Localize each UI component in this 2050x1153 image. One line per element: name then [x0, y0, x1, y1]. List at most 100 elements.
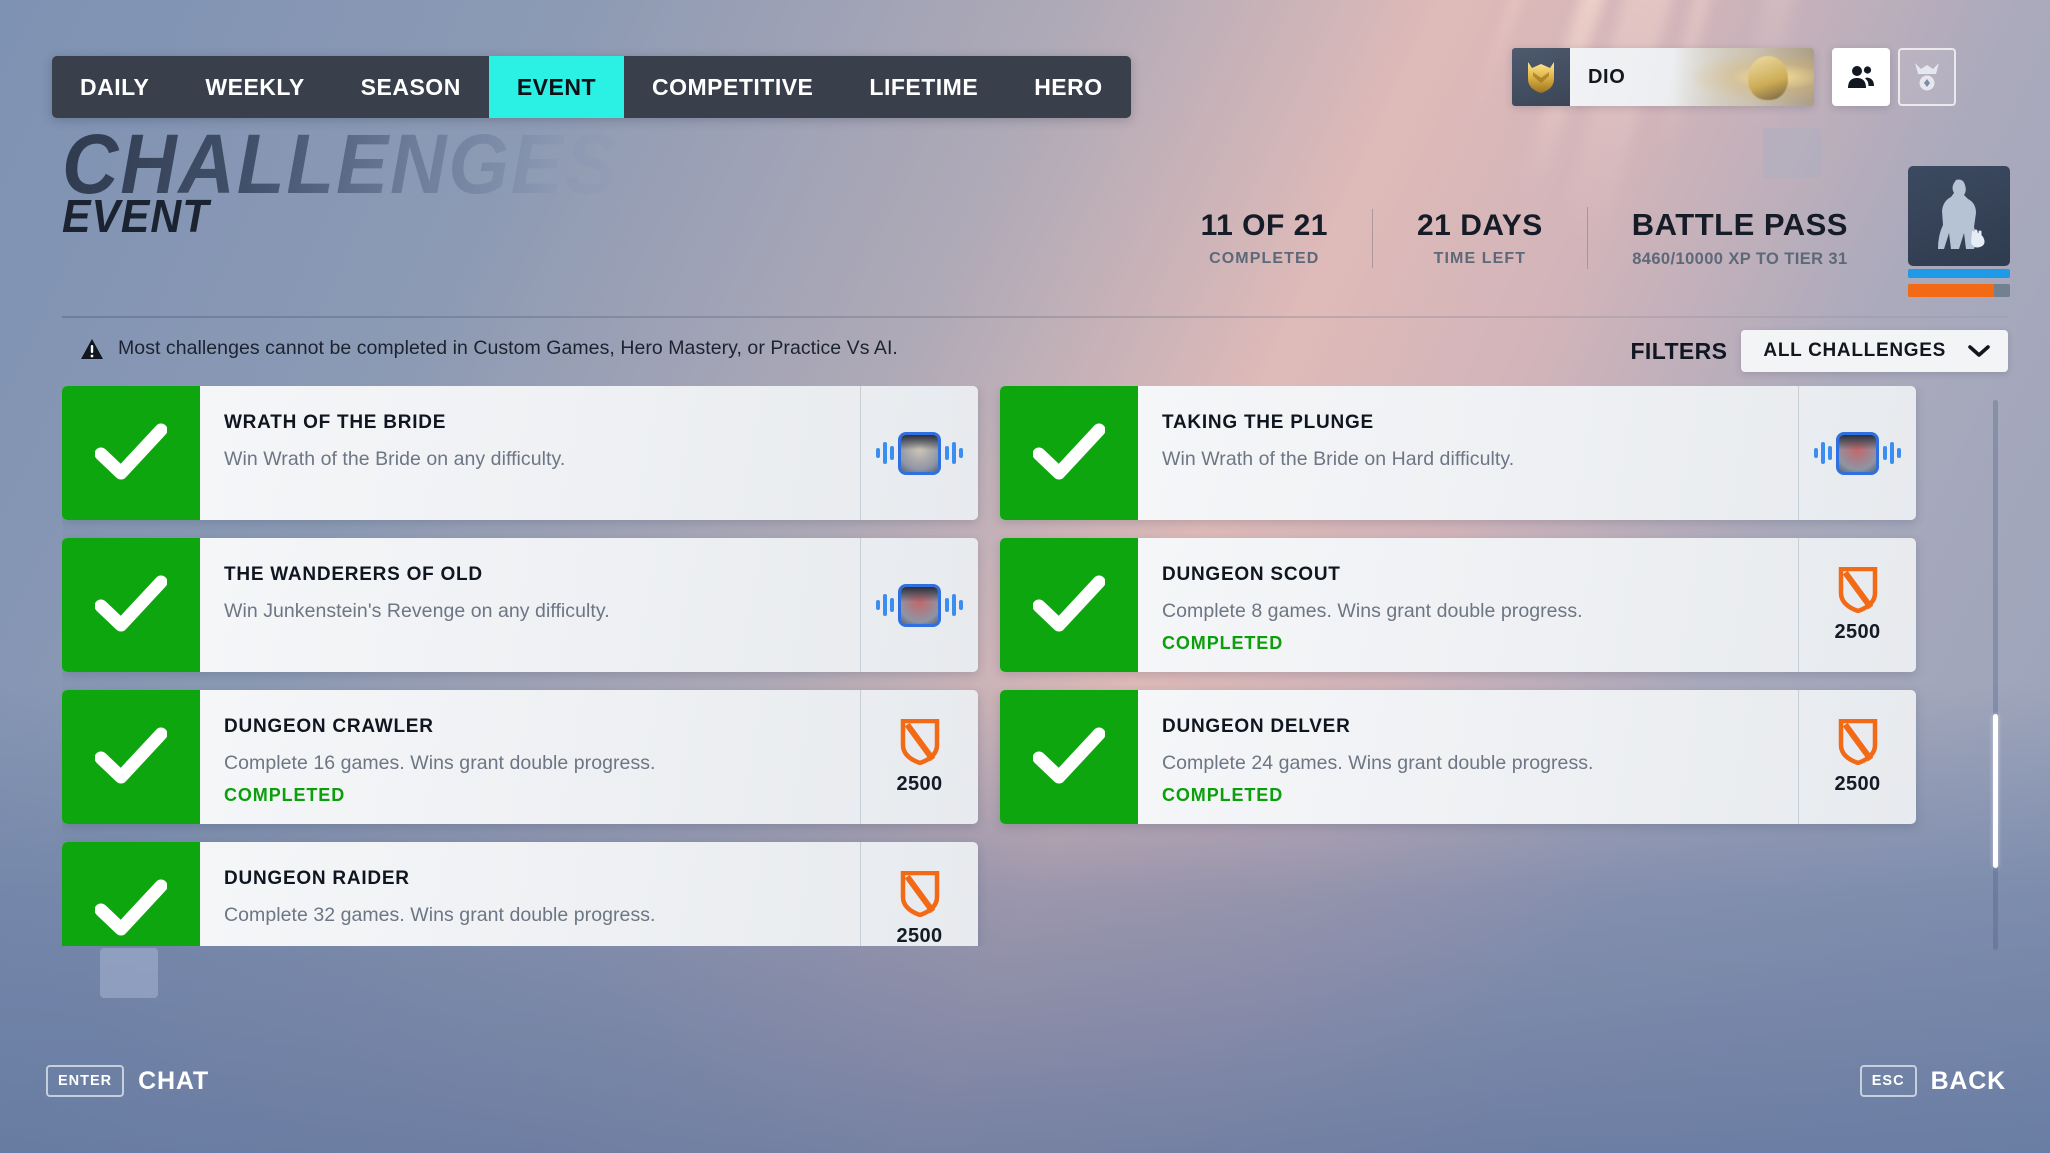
challenge-title: TAKING THE PLUNGE — [1162, 412, 1374, 433]
filters-label: FILTERS — [1630, 337, 1728, 364]
sound-wave-icon — [876, 594, 894, 616]
stat-value: BATTLE PASS — [1631, 207, 1848, 242]
tab-event[interactable]: EVENT — [488, 56, 624, 118]
voice-line-reward-icon — [876, 431, 963, 475]
header-stats: 11 OF 21 COMPLETED 21 DAYS TIME LEFT BATTLE … — [1157, 196, 1892, 280]
challenge-description: Win Wrath of the Bride on any difficulty… — [224, 448, 566, 470]
challenge-column-right: TAKING THE PLUNGE Win Wrath of the Bride … — [1000, 386, 1916, 946]
tab-season[interactable]: SEASON — [333, 56, 489, 118]
esc-key-cap: ESC — [1859, 1065, 1917, 1097]
challenge-title: DUNGEON CRAWLER — [224, 716, 434, 737]
voice-line-reward-icon — [876, 583, 963, 627]
hero-portrait — [1836, 431, 1879, 475]
sound-wave-icon — [945, 442, 963, 464]
back-hint[interactable]: ESC BACK — [1859, 1065, 2006, 1097]
challenge-card-body: TAKING THE PLUNGE Win Wrath of the Bride … — [1138, 386, 1798, 520]
challenge-card-body: WRATH OF THE BRIDE Win Wrath of the Bride… — [200, 386, 860, 520]
challenge-card-body: DUNGEON DELVER Complete 24 games. Wins gr… — [1138, 690, 1798, 824]
challenge-card-body: DUNGEON CRAWLER Complete 16 games. Wins g… — [200, 690, 860, 824]
sound-wave-icon — [1883, 442, 1901, 464]
stat-label: 8460/10000 XP TO TIER 31 — [1632, 250, 1848, 268]
challenge-complete-checkmark — [1000, 386, 1138, 520]
stat-1: 21 DAYS TIME LEFT — [1371, 208, 1587, 268]
challenge-complete-checkmark — [1000, 690, 1138, 824]
challenge-title: DUNGEON DELVER — [1162, 716, 1351, 737]
challenge-card[interactable]: WRATH OF THE BRIDE Win Wrath of the Bride… — [62, 386, 978, 520]
challenge-card[interactable]: DUNGEON CRAWLER Complete 16 games. Wins g… — [62, 690, 978, 824]
challenges-screen: DAILY WEEKLY SEASON EVENT COMPETITIVE LIFETIM… — [0, 0, 2050, 1153]
tab-competitive[interactable]: COMPETITIVE — [624, 56, 841, 118]
challenge-card[interactable]: DUNGEON SCOUT Complete 8 games. Wins gran… — [1000, 538, 1916, 672]
challenge-reward: 2500 — [1798, 538, 1916, 672]
challenge-complete-checkmark — [62, 538, 200, 672]
gold-shield-icon — [1512, 48, 1570, 106]
career-medal-icon[interactable] — [1898, 48, 1956, 106]
challenge-complete-checkmark — [1000, 538, 1138, 672]
player-name: DIO — [1588, 65, 1626, 88]
stat-0: 11 OF 21 COMPLETED — [1157, 209, 1372, 268]
challenge-list: WRATH OF THE BRIDE Win Wrath of the Bride… — [62, 386, 1958, 946]
category-tab-bar: DAILY WEEKLY SEASON EVENT COMPETITIVE LIFETIM… — [52, 56, 1131, 118]
reward-amount: 2500 — [1834, 620, 1881, 643]
challenge-description: Win Wrath of the Bride on Hard difficult… — [1162, 448, 1515, 470]
challenge-card-body: THE WANDERERS OF OLD Win Junkenstein's Re… — [200, 538, 860, 672]
filter-selected-value: ALL CHALLENGES — [1763, 340, 1946, 361]
challenge-title: DUNGEON SCOUT — [1162, 564, 1341, 585]
challenge-status: COMPLETED — [1162, 785, 1284, 805]
battle-pass-progress-bar — [1908, 284, 2010, 297]
challenge-reward — [860, 538, 978, 672]
hero-portrait — [898, 431, 941, 475]
challenge-status: COMPLETED — [224, 785, 346, 805]
challenge-reward — [860, 386, 978, 520]
stat-value: 11 OF 21 — [1200, 208, 1328, 242]
battle-pass-progress-fill — [1908, 284, 1994, 297]
challenge-reward — [1798, 386, 1916, 520]
tab-daily[interactable]: DAILY — [52, 56, 177, 118]
scrollbar-thumb[interactable] — [1993, 713, 1998, 868]
battle-pass-card[interactable] — [1908, 166, 2010, 297]
stat-2: BATTLE PASS 8460/10000 XP TO TIER 31 — [1586, 207, 1892, 269]
challenge-status: COMPLETED — [1162, 633, 1284, 653]
scrollbar-track[interactable] — [1993, 400, 1998, 950]
sound-wave-icon — [945, 594, 963, 616]
player-banner-art — [1674, 48, 1814, 106]
voice-line-reward-icon — [1814, 431, 1901, 475]
challenge-description: Win Junkenstein's Revenge on any difficu… — [224, 600, 610, 622]
chevron-down-icon — [1968, 345, 1990, 357]
challenge-column-left: WRATH OF THE BRIDE Win Wrath of the Bride… — [62, 386, 978, 946]
header-divider — [62, 316, 2008, 318]
chat-label: CHAT — [138, 1066, 209, 1095]
social-people-icon[interactable] — [1832, 48, 1890, 106]
tab-lifetime[interactable]: LIFETIME — [841, 56, 1006, 118]
challenge-notice: Most challenges cannot be completed in C… — [80, 337, 898, 360]
list-lower-card-edge — [100, 948, 158, 998]
battle-pass-thumbnail — [1908, 166, 2010, 266]
challenge-reward: 2500 — [860, 842, 978, 946]
challenge-card[interactable]: DUNGEON DELVER Complete 24 games. Wins gr… — [1000, 690, 1916, 824]
reward-amount: 2500 — [1834, 772, 1881, 795]
challenge-card[interactable]: DUNGEON RAIDER Complete 32 games. Wins gr… — [62, 842, 978, 946]
challenge-complete-checkmark — [62, 690, 200, 824]
warning-triangle-icon — [81, 338, 103, 359]
challenge-notice-text: Most challenges cannot be completed in C… — [118, 337, 898, 359]
background-panel-edge — [1763, 128, 1821, 178]
challenge-description: Complete 32 games. Wins grant double pro… — [224, 904, 656, 926]
filters-row: FILTERS ALL CHALLENGES — [1630, 330, 2008, 372]
battle-pass-xp-icon — [900, 718, 939, 765]
challenge-card[interactable]: THE WANDERERS OF OLD Win Junkenstein's Re… — [62, 538, 978, 672]
challenge-title: WRATH OF THE BRIDE — [224, 412, 447, 433]
challenge-complete-checkmark — [62, 386, 200, 520]
player-profile-card[interactable]: DIO — [1512, 48, 1814, 106]
chat-hint[interactable]: ENTER CHAT — [46, 1065, 209, 1097]
stat-label: TIME LEFT — [1433, 249, 1527, 267]
challenge-card[interactable]: TAKING THE PLUNGE Win Wrath of the Bride … — [1000, 386, 1916, 520]
challenge-card-body: DUNGEON SCOUT Complete 8 games. Wins gran… — [1138, 538, 1798, 672]
challenge-title: THE WANDERERS OF OLD — [224, 564, 483, 585]
tab-weekly[interactable]: WEEKLY — [177, 56, 332, 118]
challenge-description: Complete 16 games. Wins grant double pro… — [224, 752, 656, 774]
reward-amount: 2500 — [896, 772, 943, 795]
battle-pass-xp-icon — [1838, 566, 1877, 613]
filter-dropdown[interactable]: ALL CHALLENGES — [1741, 330, 2008, 372]
tab-hero[interactable]: HERO — [1006, 56, 1130, 118]
stat-label: COMPLETED — [1209, 249, 1320, 267]
